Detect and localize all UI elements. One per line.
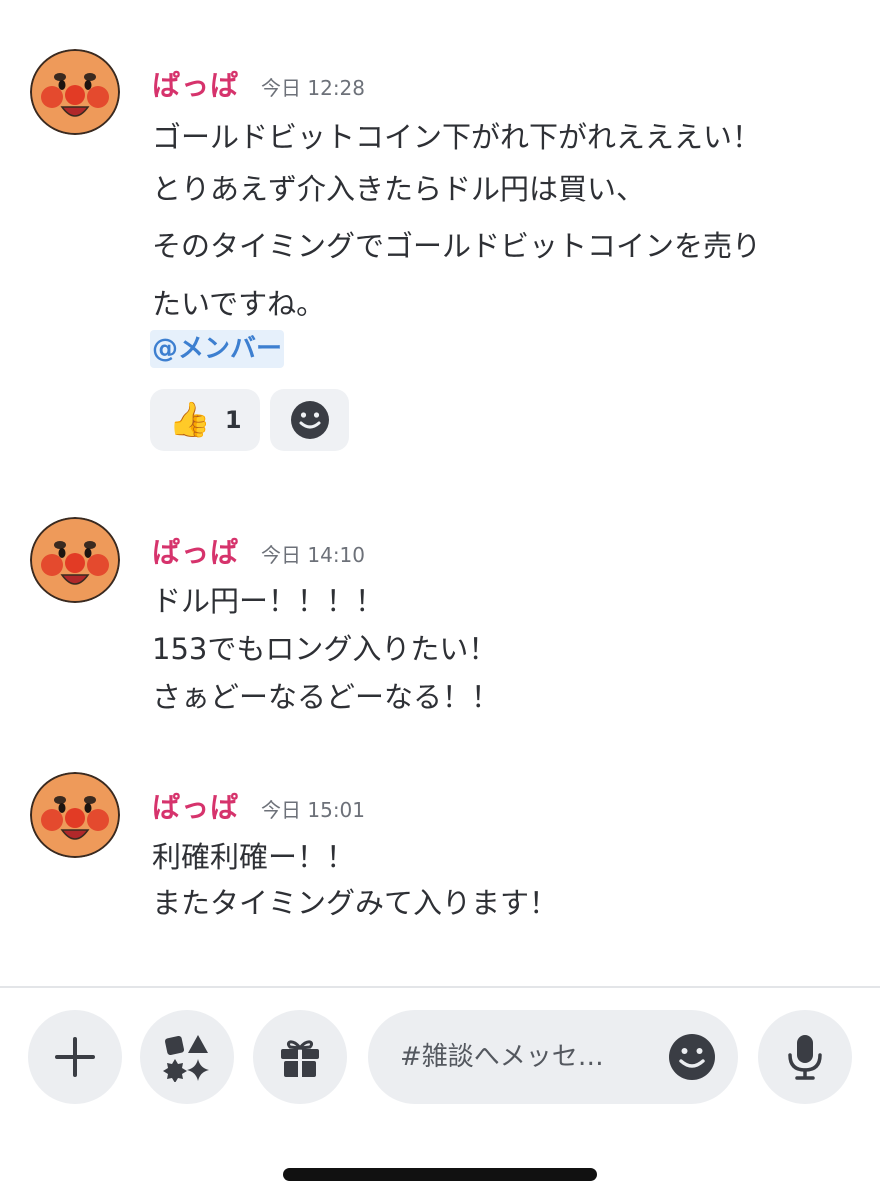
- message-line: とりあえず介入きたらドル円は買い、: [152, 172, 646, 206]
- reaction-thumbs-up[interactable]: 👍 1: [150, 389, 260, 451]
- message-line: またタイミングみて入ります！: [152, 886, 559, 920]
- apps-button[interactable]: [140, 1010, 234, 1104]
- message-line: たいですね。: [152, 287, 326, 321]
- message-input[interactable]: #雑談へメッセ…: [368, 1010, 738, 1104]
- timestamp: 今日 14:10: [261, 543, 366, 567]
- reaction-count: 1: [224, 406, 242, 434]
- apps-icon: [163, 1035, 209, 1082]
- message-body: 利確利確ー！！ またタイミングみて入ります！: [152, 834, 852, 926]
- author-name[interactable]: ぱっぱ: [152, 786, 239, 826]
- author-name[interactable]: ぱっぱ: [152, 531, 239, 571]
- microphone-icon: [788, 1035, 822, 1080]
- home-indicator[interactable]: [283, 1168, 597, 1181]
- emoji-icon: [290, 401, 329, 439]
- message-body: ドル円ー！！！！ 153でもロング入りたい！ さぁどーなるどーなる！！: [152, 577, 852, 721]
- message-body: ゴールドビットコイン下がれ下がれえええい！ とりあえず介入きたらドル円は買い、 …: [152, 113, 852, 333]
- avatar[interactable]: [30, 772, 120, 858]
- message-input-placeholder: #雑談へメッセ…: [400, 1042, 604, 1072]
- message-line: 利確利確ー！！: [152, 840, 356, 874]
- avatar[interactable]: [30, 517, 120, 603]
- message-line: ドル円ー！！！！: [152, 584, 385, 618]
- gift-button[interactable]: [253, 1010, 347, 1104]
- gift-icon: [281, 1040, 319, 1077]
- avatar[interactable]: [30, 49, 120, 135]
- message-line: そのタイミングでゴールドビットコインを売り: [152, 229, 762, 263]
- thumbs-up-icon: 👍: [168, 400, 211, 440]
- message-line: 153でもロング入りたい！: [152, 632, 498, 666]
- timestamp: 今日 15:01: [261, 798, 366, 822]
- mention-tag[interactable]: @メンバー: [150, 330, 285, 368]
- author-name[interactable]: ぱっぱ: [152, 64, 239, 104]
- add-reaction-button[interactable]: [270, 389, 349, 451]
- message-line: ゴールドビットコイン下がれ下がれえええい！: [152, 120, 762, 154]
- emoji-icon[interactable]: [668, 1033, 716, 1081]
- voice-button[interactable]: [758, 1010, 852, 1104]
- timestamp: 今日 12:28: [261, 76, 366, 100]
- composer-divider: [0, 986, 880, 988]
- plus-icon: [55, 1037, 95, 1077]
- add-button[interactable]: [28, 1010, 122, 1104]
- message-line: さぁどーなるどーなる！！: [152, 680, 501, 714]
